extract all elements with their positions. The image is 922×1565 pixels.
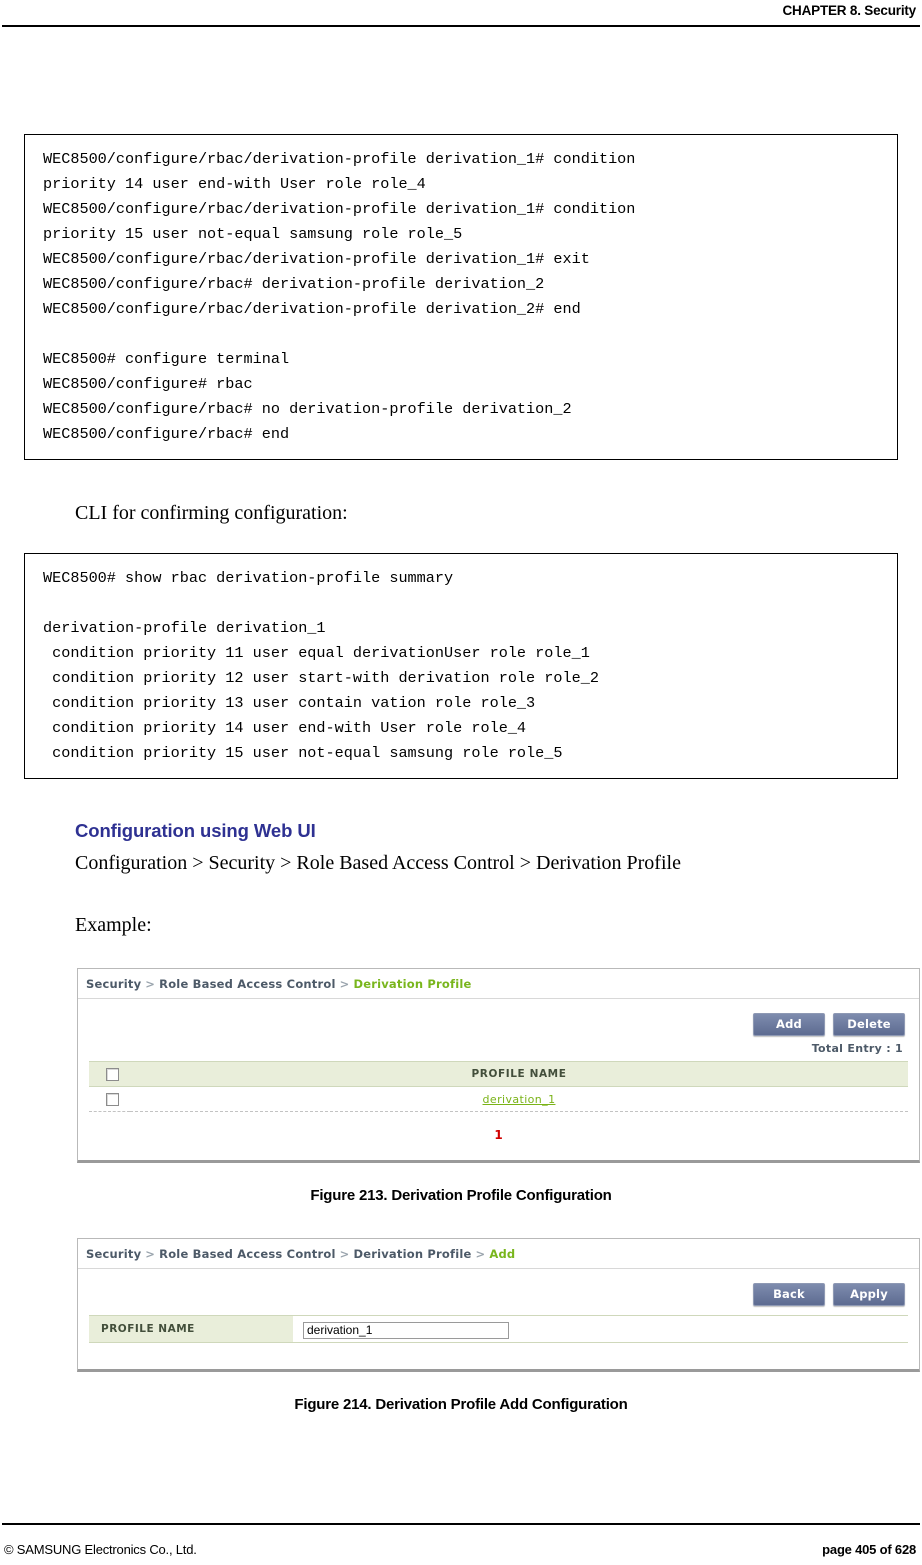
add-button[interactable]: Add [753,1013,825,1036]
profile-name-form-row: PROFILE NAME [89,1315,908,1343]
cli-line: WEC8500/configure/rbac/derivation-profil… [43,250,590,268]
navigation-path: Configuration > Security > Role Based Ac… [75,852,681,874]
profile-name-label: PROFILE NAME [89,1316,293,1342]
delete-button[interactable]: Delete [833,1013,905,1036]
select-all-header [89,1061,130,1087]
cli-line: WEC8500# show rbac derivation-profile su… [43,569,454,587]
breadcrumb: Security > Role Based Access Control > Deriv… [78,1239,919,1269]
cli-line: condition priority 12 user start-with de… [43,669,599,687]
cli-code-block-1: WEC8500/configure/rbac/derivation-profil… [24,134,898,460]
profile-name-input[interactable] [303,1321,509,1339]
confirm-config-paragraph: CLI for confirming configuration: [75,502,348,524]
cli-code-block-2: WEC8500# show rbac derivation-profile su… [24,553,898,779]
pagination: 1 [78,1112,919,1160]
cli-line: WEC8500/configure/rbac# derivation-profi… [43,275,545,293]
cli-line: condition priority 11 user equal derivat… [43,644,590,662]
form-toolbar: Back Apply [78,1269,919,1306]
breadcrumb-separator-icon: > [339,977,350,991]
cli-line: WEC8500/configure# rbac [43,375,253,393]
cli-line-blank [43,591,897,616]
back-button[interactable]: Back [753,1283,825,1306]
apply-button[interactable]: Apply [833,1283,905,1306]
profile-name-link[interactable]: derivation_1 [483,1093,556,1106]
breadcrumb-item-security[interactable]: Security [86,977,141,991]
breadcrumb: Security > Role Based Access Control > Deriv… [78,969,919,999]
cli-line: derivation-profile derivation_1 [43,619,326,637]
cli-line: priority 14 user end-with User role role… [43,175,426,193]
example-label: Example: [75,914,152,936]
list-toolbar: Add Delete [78,999,919,1036]
chapter-title: CHAPTER 8. Security [782,3,917,18]
breadcrumb-item-rbac[interactable]: Role Based Access Control [159,1247,335,1261]
cli-line: priority 15 user not-equal samsung role … [43,225,463,243]
breadcrumb-item-derivation-profile[interactable]: Derivation Profile [353,977,471,991]
breadcrumb-separator-icon: > [339,1247,350,1261]
cli-line: WEC8500/configure/rbac# no derivation-pr… [43,400,572,418]
cli-line: WEC8500/configure/rbac/derivation-profil… [43,150,636,168]
form-bottom-spacer [78,1343,919,1369]
page-content: WEC8500/configure/rbac/derivation-profil… [0,30,922,1413]
panel-body: Add Delete Total Entry : 1 PROFILE NAME [78,999,919,1160]
breadcrumb-separator-icon: > [475,1247,486,1261]
section-heading: Configuration using Web UI [75,820,316,841]
page-number: page 405 of 628 [822,1542,916,1557]
cli-line: WEC8500/configure/rbac/derivation-profil… [43,300,581,318]
derivation-profile-add-panel: Security > Role Based Access Control > Deriv… [77,1238,920,1372]
copyright-text: © SAMSUNG Electronics Co., Ltd. [4,1542,197,1557]
row-select-cell [89,1086,130,1112]
profile-name-field-cell [293,1316,908,1342]
profile-table: PROFILE NAME derivation_1 [89,1061,908,1112]
table-row[interactable]: derivation_1 [89,1086,908,1112]
page-number-1[interactable]: 1 [494,1128,502,1142]
cli-line: condition priority 15 user not-equal sam… [43,744,563,762]
breadcrumb-separator-icon: > [145,1247,156,1261]
cli-line: WEC8500/configure/rbac# end [43,425,290,443]
footer-divider [2,1523,920,1525]
figure-213-caption: Figure 213. Derivation Profile Configura… [310,1187,612,1204]
breadcrumb-item-add[interactable]: Add [489,1247,515,1261]
panel-body: Back Apply PROFILE NAME [78,1269,919,1369]
select-all-checkbox[interactable] [105,1067,119,1081]
cli-line: condition priority 14 user end-with User… [43,719,527,737]
cli-line: condition priority 13 user contain vatio… [43,694,536,712]
page-footer: © SAMSUNG Electronics Co., Ltd. page 405… [0,1542,922,1557]
header-divider [2,25,920,27]
total-entry-label: Total Entry : 1 [811,1042,903,1055]
breadcrumb-separator-icon: > [145,977,156,991]
breadcrumb-item-security[interactable]: Security [86,1247,141,1261]
breadcrumb-item-rbac[interactable]: Role Based Access Control [159,977,335,991]
column-header-profile-name: PROFILE NAME [130,1061,908,1087]
cli-line: WEC8500# configure terminal [43,350,290,368]
derivation-profile-list-panel: Security > Role Based Access Control > Deriv… [77,968,920,1163]
figure-214-caption: Figure 214. Derivation Profile Add Confi… [294,1395,628,1413]
cli-line-blank [43,322,897,347]
cli-line: WEC8500/configure/rbac/derivation-profil… [43,200,636,218]
document-page: CHAPTER 8. Security WEC8500/configure/rb… [0,0,922,1565]
row-checkbox[interactable] [105,1092,119,1106]
breadcrumb-item-derivation-profile[interactable]: Derivation Profile [353,1247,471,1261]
table-header-row: PROFILE NAME [89,1061,908,1087]
cell-profile-name: derivation_1 [130,1086,908,1112]
page-header: CHAPTER 8. Security [0,0,922,32]
